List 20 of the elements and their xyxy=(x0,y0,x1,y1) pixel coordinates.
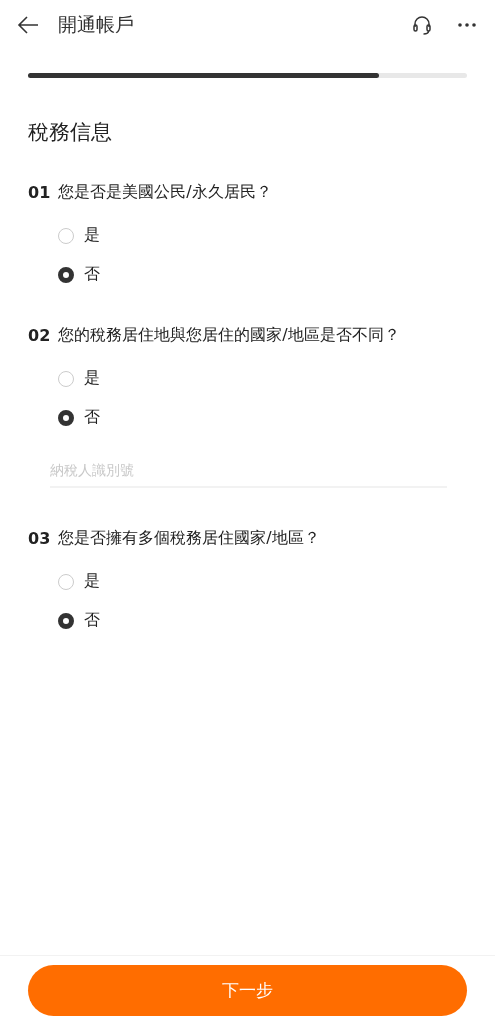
option-label[interactable]: 否 xyxy=(84,407,100,428)
question-text: 您是否擁有多個稅務居住國家/地區？ xyxy=(58,528,320,549)
radio-button[interactable] xyxy=(58,409,74,426)
page-title: 開通帳戶 xyxy=(58,12,134,37)
question-number: 02 xyxy=(28,326,51,345)
radio-button[interactable] xyxy=(58,612,74,629)
question-text: 您的稅務居住地與您居住的國家/地區是否不同？ xyxy=(58,325,400,346)
question-number: 01 xyxy=(28,183,51,202)
headset-icon[interactable] xyxy=(411,14,433,36)
question-number: 03 xyxy=(28,529,51,548)
question-text: 您是否是美國公民/永久居民？ xyxy=(58,182,272,203)
option-label[interactable]: 否 xyxy=(84,264,100,285)
option-label[interactable]: 否 xyxy=(84,610,100,631)
back-button[interactable] xyxy=(16,15,40,35)
radio-button[interactable] xyxy=(58,266,74,283)
option-label[interactable]: 是 xyxy=(84,571,100,592)
more-icon[interactable] xyxy=(457,22,477,28)
option-label[interactable]: 是 xyxy=(84,368,100,389)
option-label[interactable]: 是 xyxy=(84,225,100,246)
section-title: 稅務信息 xyxy=(28,119,113,146)
